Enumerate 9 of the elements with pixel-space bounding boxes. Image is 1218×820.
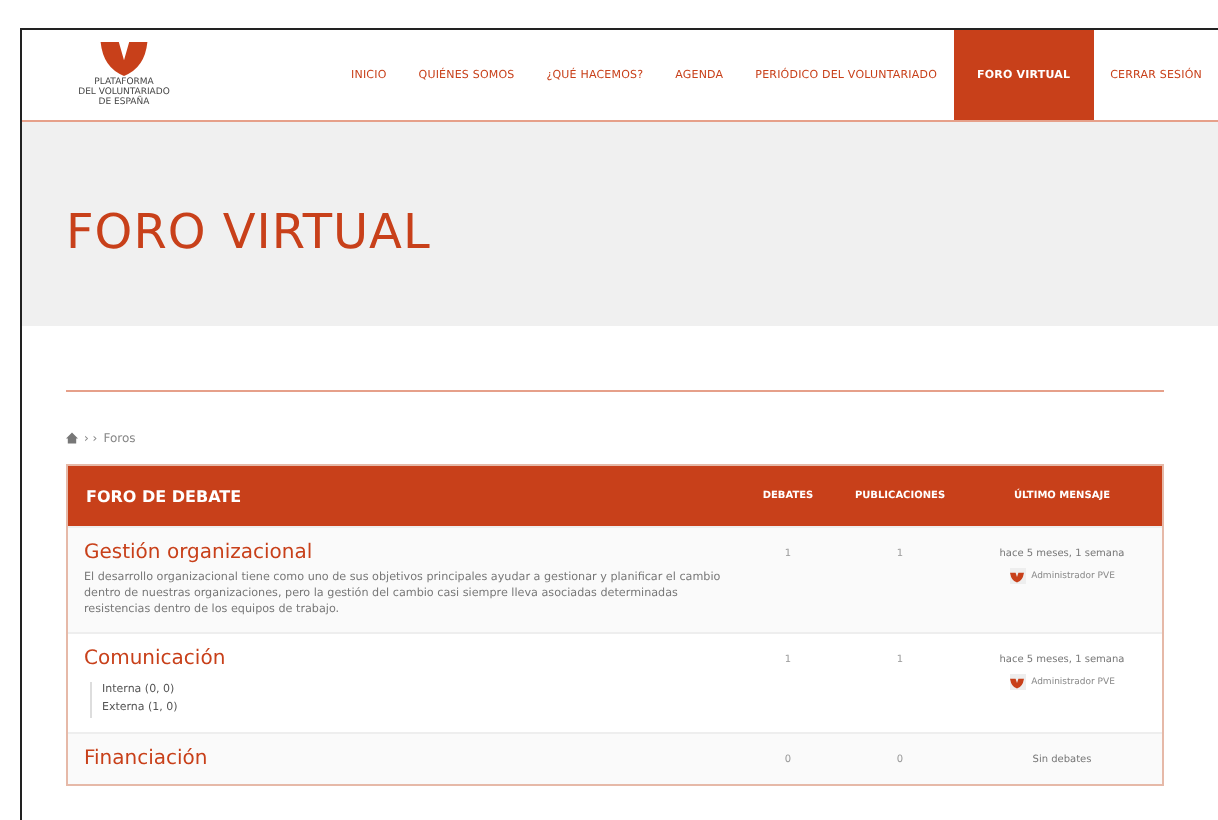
forum-title-link[interactable]: Comunicación [84,648,722,670]
logo-icon [98,42,150,76]
page-title: FORO VIRTUAL [66,204,431,260]
avatar-icon [1009,568,1026,584]
avatar-icon [1009,674,1026,690]
forum-title-link[interactable]: Financiación [84,748,722,770]
forum-title-link[interactable]: Gestión organizacional [84,542,722,564]
home-icon[interactable] [66,432,78,444]
column-header: FORO DE DEBATE [84,487,244,505]
